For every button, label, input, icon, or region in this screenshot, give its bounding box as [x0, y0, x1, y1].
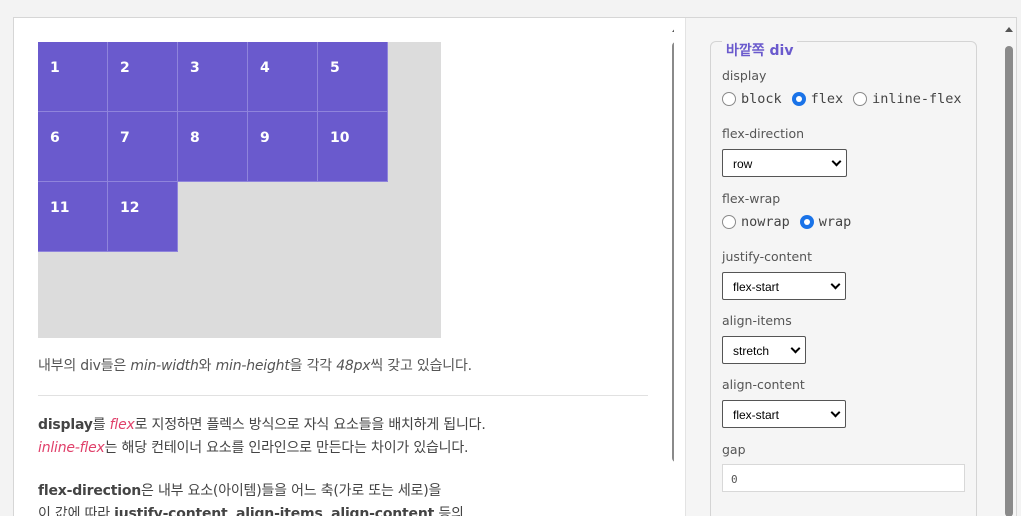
flex-wrap-radio-group: nowrap wrap	[722, 214, 851, 230]
align-items-label: align-items	[722, 313, 792, 328]
flex-direction-description: flex-direction은 내부 요소(아이템)들을 어느 축(가로 또는 …	[38, 483, 464, 516]
app-frame: 1 2 3 4 5 6 7 8 9 10 11 12 내부의 div들은 min…	[13, 17, 1017, 516]
size-note: 내부의 div들은 min-width와 min-height을 각각 48px…	[38, 358, 472, 374]
flex-item: 2	[108, 42, 178, 112]
align-content-select[interactable]: flex-start	[722, 400, 846, 428]
flex-item: 1	[38, 42, 108, 112]
display-label: display	[722, 68, 767, 83]
scrollbar-thumb[interactable]	[672, 42, 674, 462]
justify-content-label: justify-content	[722, 249, 813, 264]
flex-item: 8	[178, 112, 248, 182]
controls-scrollbar[interactable]	[1003, 24, 1015, 516]
flex-item: 4	[248, 42, 318, 112]
flex-direction-label: flex-direction	[722, 126, 805, 141]
radio-checked-icon	[791, 92, 806, 106]
gap-label: gap	[722, 442, 746, 457]
flex-wrap-radio-nowrap[interactable]: nowrap	[722, 214, 790, 230]
align-content-label: align-content	[722, 377, 805, 392]
divider	[38, 395, 648, 396]
scrollbar-thumb[interactable]	[1005, 46, 1013, 516]
flex-item: 7	[108, 112, 178, 182]
radio-unchecked-icon	[722, 215, 736, 229]
gap-input[interactable]: 0	[722, 464, 965, 492]
flex-wrap-label: flex-wrap	[722, 191, 781, 206]
controls-pane: 바깥쪽 div display block flex inline-flex f…	[685, 18, 1016, 516]
chevron-down-icon	[790, 343, 801, 354]
flex-container-demo: 1 2 3 4 5 6 7 8 9 10 11 12	[38, 42, 441, 338]
flex-item: 5	[318, 42, 388, 112]
flex-item: 11	[38, 182, 108, 252]
display-radio-block[interactable]: block	[722, 91, 782, 107]
radio-unchecked-icon	[722, 92, 736, 106]
scroll-up-arrow-icon[interactable]	[1005, 27, 1013, 32]
flex-item: 12	[108, 182, 178, 252]
display-radio-flex[interactable]: flex	[791, 91, 843, 107]
chevron-down-icon	[830, 279, 841, 290]
radio-unchecked-icon	[853, 92, 868, 106]
chevron-down-icon	[831, 156, 842, 167]
justify-content-select[interactable]: flex-start	[722, 272, 846, 300]
display-radio-inline-flex[interactable]: inline-flex	[853, 91, 962, 107]
display-radio-group: block flex inline-flex	[722, 91, 962, 107]
flex-item: 9	[248, 112, 318, 182]
flex-direction-select[interactable]: row	[722, 149, 847, 177]
flex-item: 6	[38, 112, 108, 182]
flex-item: 3	[178, 42, 248, 112]
scroll-up-arrow-icon[interactable]	[672, 27, 674, 32]
preview-scrollbar[interactable]	[670, 24, 674, 516]
preview-pane: 1 2 3 4 5 6 7 8 9 10 11 12 내부의 div들은 min…	[14, 18, 674, 516]
display-description: display를 flex로 지정하면 플렉스 방식으로 자식 요소들을 배치하…	[38, 417, 486, 456]
align-items-select[interactable]: stretch	[722, 336, 806, 364]
radio-checked-icon	[799, 215, 814, 229]
panel-legend: 바깥쪽 div	[722, 40, 798, 60]
chevron-down-icon	[830, 407, 841, 418]
flex-item: 10	[318, 112, 388, 182]
flex-wrap-radio-wrap[interactable]: wrap	[799, 214, 851, 230]
